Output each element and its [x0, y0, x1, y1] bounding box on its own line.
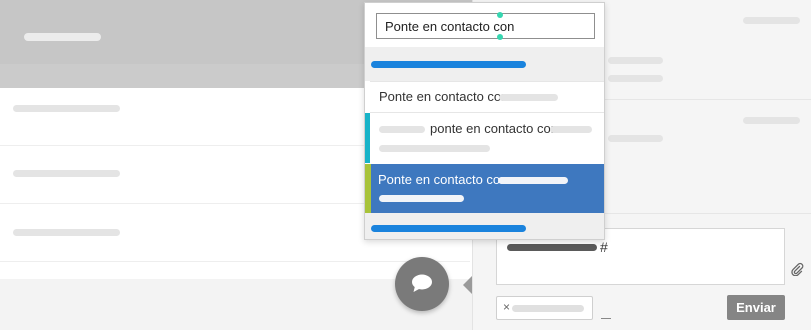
suggestion-placeholder	[379, 126, 425, 133]
item-accent	[365, 113, 370, 163]
text-placeholder	[608, 75, 663, 82]
close-icon[interactable]: ×	[503, 300, 510, 314]
suggestion-label: ponte en contacto con	[430, 121, 558, 136]
chat-button[interactable]	[395, 257, 449, 311]
suggestion-dropdown: Ponte en contacto con ponte en contacto …	[364, 2, 605, 240]
text-placeholder	[608, 57, 663, 64]
list-item-placeholder	[13, 170, 120, 177]
item-accent	[365, 164, 371, 213]
group-footer	[365, 213, 604, 239]
paperclip-icon[interactable]	[790, 262, 804, 277]
group-footer-placeholder	[371, 225, 526, 232]
cursor-mark	[601, 318, 611, 319]
group-header-placeholder	[371, 61, 526, 68]
suggestion-label: Ponte en contacto con	[378, 172, 508, 187]
suggestion-placeholder	[379, 145, 490, 152]
tag-text-placeholder	[512, 305, 584, 312]
chat-bubble-icon	[412, 274, 432, 292]
timestamp-placeholder	[743, 17, 800, 24]
suggestion-placeholder	[379, 195, 464, 202]
panel-pointer	[463, 276, 472, 294]
list-item-placeholder	[13, 105, 120, 112]
selection-handle[interactable]	[497, 34, 503, 40]
header-title-placeholder	[24, 33, 101, 41]
suggestion-item[interactable]: ponte en contacto con	[365, 112, 604, 163]
timestamp-placeholder	[743, 117, 800, 124]
suggestion-placeholder	[550, 126, 592, 133]
suggestion-placeholder	[498, 177, 568, 184]
recipient-tag[interactable]: ×	[496, 296, 593, 320]
group-header	[365, 47, 604, 81]
composer-text-placeholder	[507, 244, 597, 251]
list-item-placeholder	[13, 229, 120, 236]
suggestion-item-selected[interactable]: Ponte en contacto con	[365, 164, 604, 213]
composer-suffix: #	[600, 239, 608, 255]
selection-handle[interactable]	[497, 12, 503, 18]
text-placeholder	[608, 135, 663, 142]
suggestion-placeholder	[499, 94, 558, 101]
suggestion-item[interactable]: Ponte en contacto con	[370, 81, 604, 112]
search-input[interactable]	[376, 13, 595, 39]
suggestion-label: Ponte en contacto con	[379, 89, 509, 104]
send-button[interactable]: Enviar	[727, 295, 785, 320]
